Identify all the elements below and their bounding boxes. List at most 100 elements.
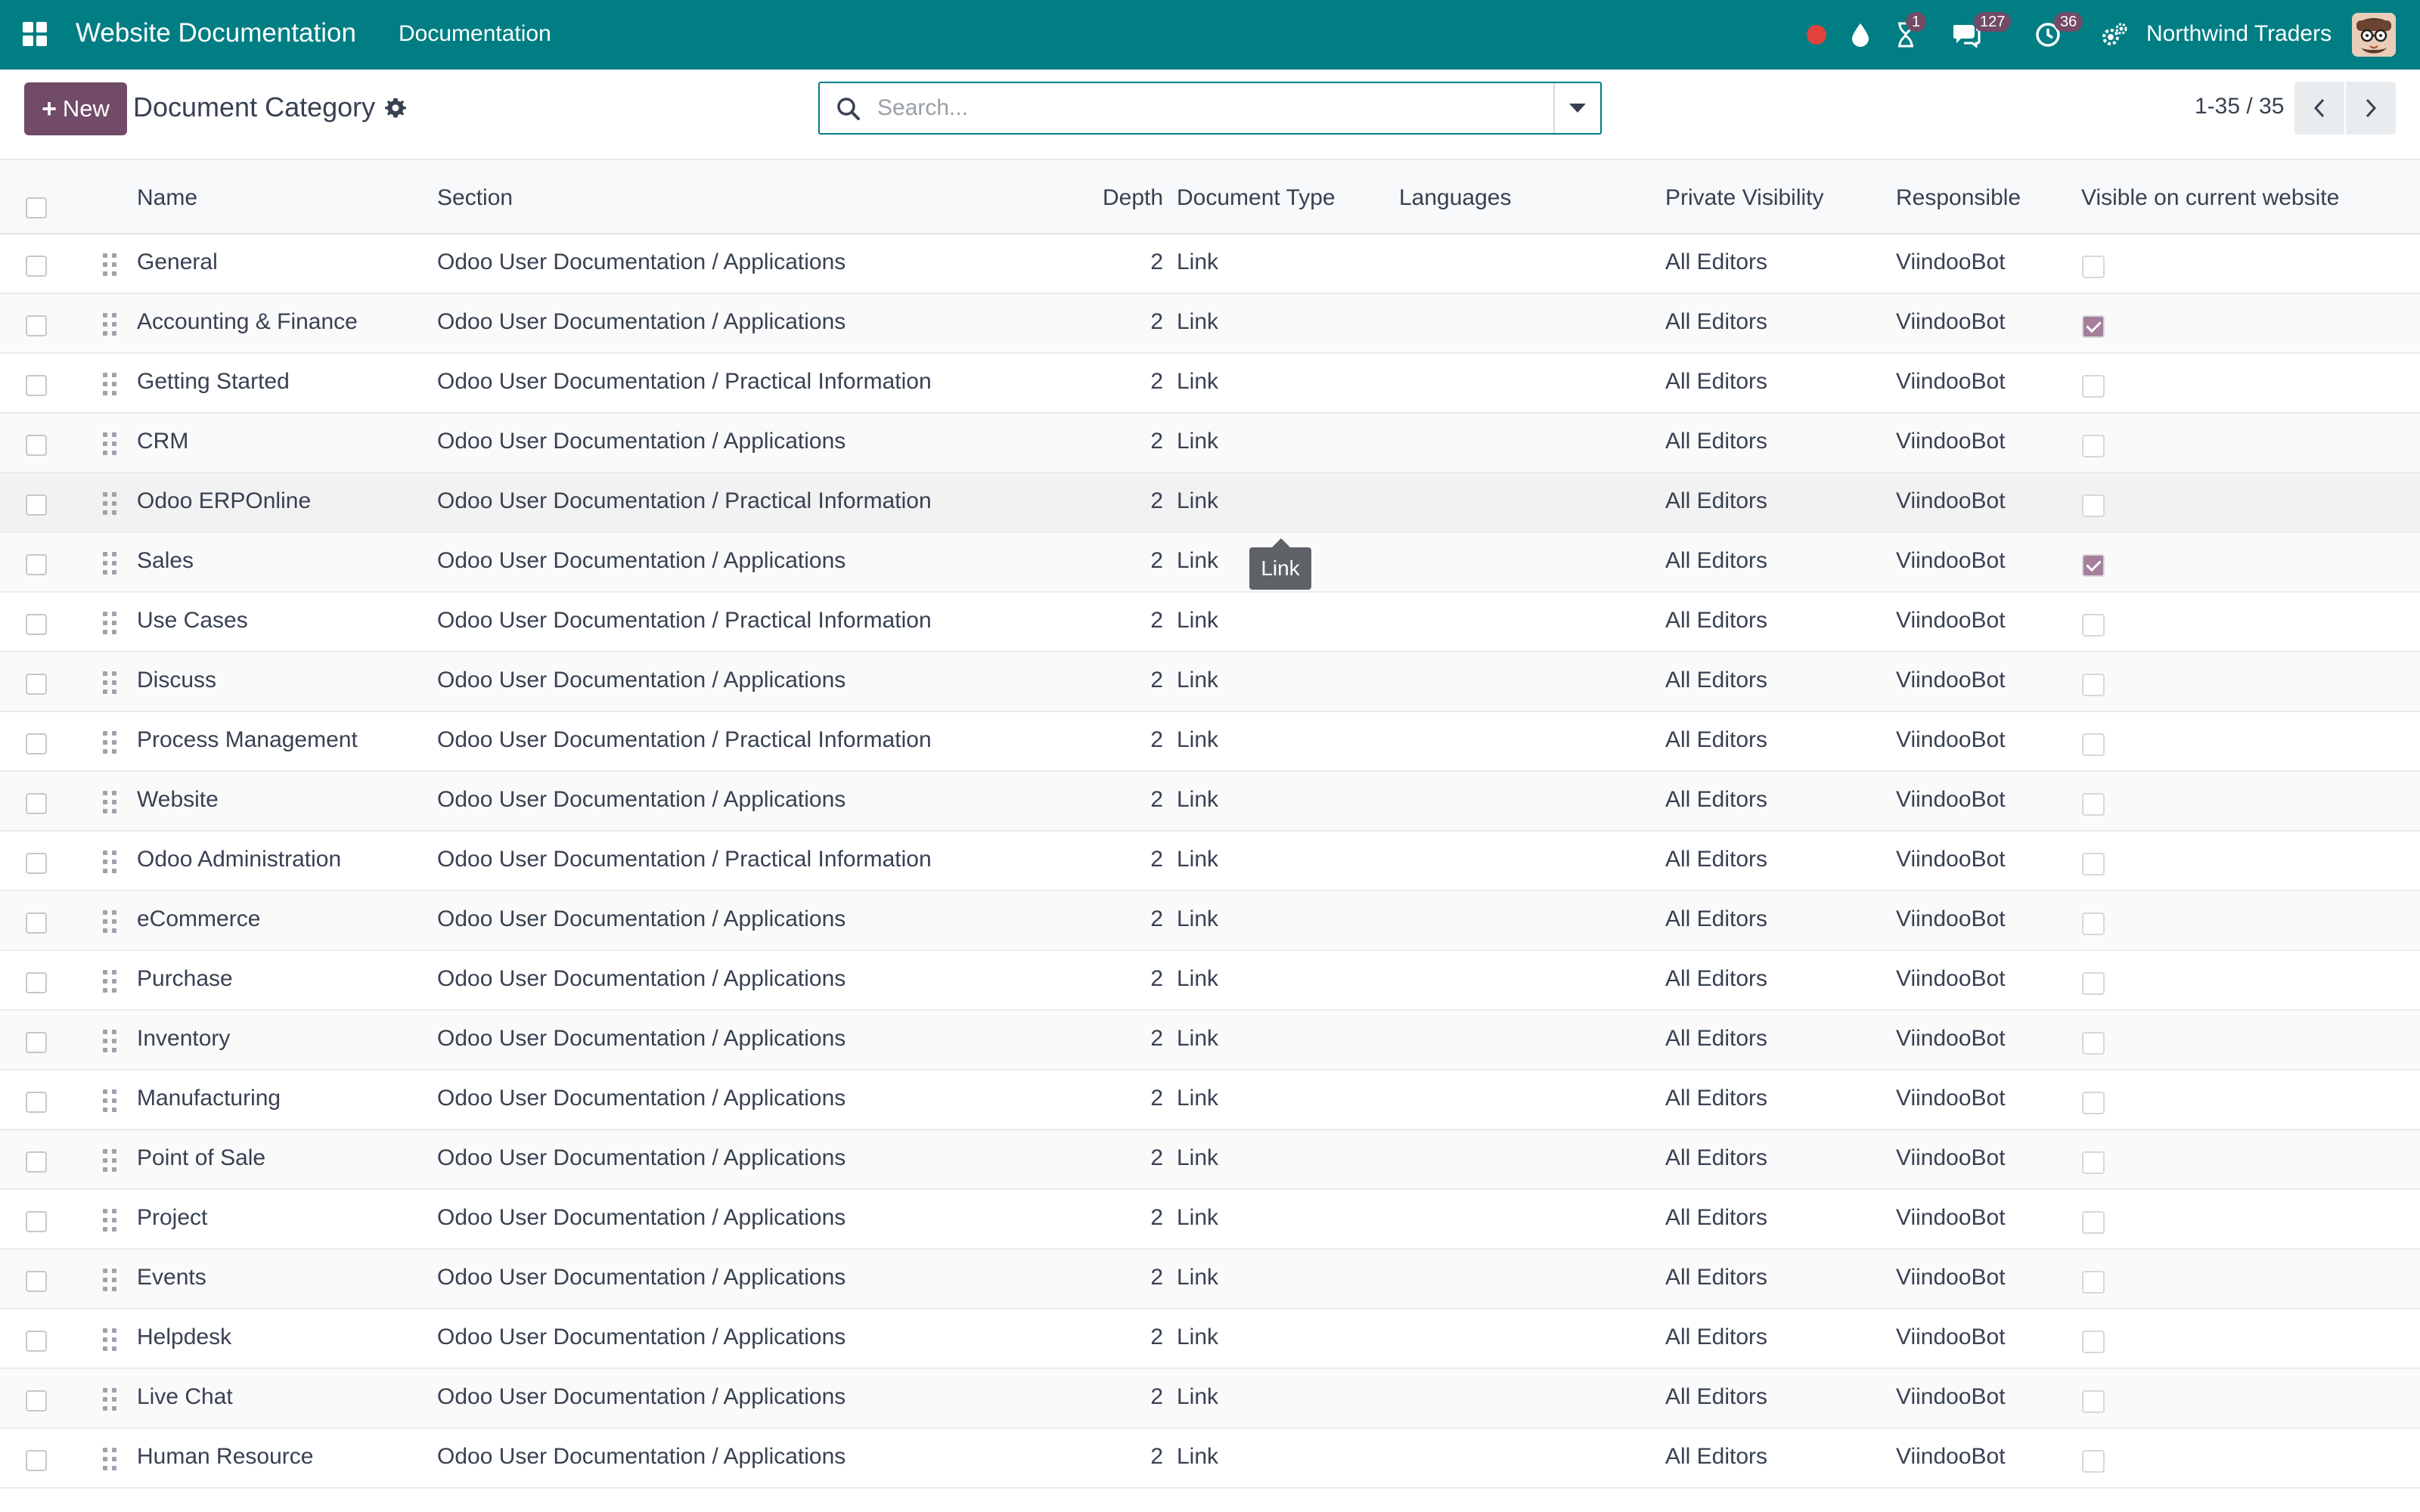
drag-handle-icon[interactable]: [103, 373, 118, 395]
drag-handle-icon[interactable]: [103, 432, 118, 455]
pager-previous-button[interactable]: [2294, 82, 2344, 135]
visible-on-website-checkbox[interactable]: [2082, 1151, 2105, 1174]
visible-on-website-checkbox[interactable]: [2082, 853, 2105, 875]
app-title[interactable]: Website Documentation: [76, 18, 356, 48]
pager-next-button[interactable]: [2346, 82, 2396, 135]
drag-handle-icon[interactable]: [103, 1448, 118, 1470]
column-header-section[interactable]: Section: [437, 185, 513, 211]
row-select-checkbox[interactable]: [26, 614, 47, 635]
row-select-checkbox[interactable]: [26, 674, 47, 695]
row-select-checkbox[interactable]: [26, 1092, 47, 1113]
settings-icon[interactable]: [2099, 0, 2130, 70]
clock-icon[interactable]: 36: [2031, 0, 2083, 70]
table-row[interactable]: Helpdesk Odoo User Documentation / Applic…: [0, 1309, 2420, 1369]
visible-on-website-checkbox[interactable]: [2082, 972, 2105, 995]
drag-handle-icon[interactable]: [103, 313, 118, 336]
new-button[interactable]: + New: [24, 82, 127, 135]
table-row[interactable]: Inventory Odoo User Documentation / Appli…: [0, 1011, 2420, 1070]
row-select-checkbox[interactable]: [26, 793, 47, 814]
visible-on-website-checkbox[interactable]: [2082, 793, 2105, 816]
column-header-depth[interactable]: Depth: [1103, 185, 1163, 211]
drag-handle-icon[interactable]: [103, 612, 118, 634]
visible-on-website-checkbox[interactable]: [2082, 1390, 2105, 1413]
table-row[interactable]: Odoo Administration Odoo User Documentati…: [0, 832, 2420, 891]
column-header-responsible[interactable]: Responsible: [1896, 185, 2021, 211]
visible-on-website-checkbox[interactable]: [2082, 375, 2105, 398]
row-select-checkbox[interactable]: [26, 315, 47, 336]
drag-handle-icon[interactable]: [103, 731, 118, 754]
visible-on-website-checkbox[interactable]: [2082, 1092, 2105, 1114]
drag-handle-icon[interactable]: [103, 1328, 118, 1351]
visible-on-website-checkbox[interactable]: [2082, 733, 2105, 756]
row-select-checkbox[interactable]: [26, 733, 47, 754]
visible-on-website-checkbox[interactable]: [2082, 494, 2105, 517]
table-row[interactable]: Human Resource Odoo User Documentation / …: [0, 1429, 2420, 1489]
drag-handle-icon[interactable]: [103, 970, 118, 993]
table-row[interactable]: eCommerce Odoo User Documentation / Appli…: [0, 891, 2420, 951]
table-row[interactable]: Manufacturing Odoo User Documentation / A…: [0, 1070, 2420, 1130]
table-row[interactable]: Point of Sale Odoo User Documentation / A…: [0, 1130, 2420, 1190]
table-row[interactable]: Sales Odoo User Documentation / Applicati…: [0, 533, 2420, 593]
row-select-checkbox[interactable]: [26, 1032, 47, 1053]
visible-on-website-checkbox[interactable]: [2082, 674, 2105, 696]
visible-on-website-checkbox[interactable]: [2082, 315, 2105, 338]
search-options-toggle[interactable]: [1553, 83, 1600, 133]
drag-handle-icon[interactable]: [103, 552, 118, 575]
row-select-checkbox[interactable]: [26, 256, 47, 277]
column-header-visible[interactable]: Visible on current website: [2081, 185, 2339, 211]
table-row[interactable]: Discuss Odoo User Documentation / Applica…: [0, 652, 2420, 712]
row-select-checkbox[interactable]: [26, 853, 47, 874]
search-input[interactable]: [877, 91, 1558, 125]
table-row[interactable]: Events Odoo User Documentation / Applicat…: [0, 1250, 2420, 1309]
table-row[interactable]: Process Management Odoo User Documentatio…: [0, 712, 2420, 772]
chat-icon[interactable]: 127: [1950, 0, 2012, 70]
visible-on-website-checkbox[interactable]: [2082, 1032, 2105, 1055]
table-row[interactable]: Accounting & Finance Odoo User Documentat…: [0, 294, 2420, 354]
drag-handle-icon[interactable]: [103, 1209, 118, 1232]
row-select-checkbox[interactable]: [26, 1390, 47, 1411]
user-avatar[interactable]: [2352, 13, 2396, 57]
visible-on-website-checkbox[interactable]: [2082, 1331, 2105, 1353]
column-header-languages[interactable]: Languages: [1399, 185, 1511, 211]
table-row[interactable]: Purchase Odoo User Documentation / Applic…: [0, 951, 2420, 1011]
table-row[interactable]: Getting Started Odoo User Documentation /…: [0, 354, 2420, 414]
visible-on-website-checkbox[interactable]: [2082, 1271, 2105, 1294]
drag-handle-icon[interactable]: [103, 850, 118, 873]
visible-on-website-checkbox[interactable]: [2082, 554, 2105, 577]
table-row[interactable]: Project Odoo User Documentation / Applica…: [0, 1190, 2420, 1250]
row-select-checkbox[interactable]: [26, 1151, 47, 1173]
visible-on-website-checkbox[interactable]: [2082, 1211, 2105, 1234]
row-select-checkbox[interactable]: [26, 1271, 47, 1292]
drag-handle-icon[interactable]: [103, 1089, 118, 1112]
select-all-checkbox[interactable]: [26, 197, 47, 218]
menu-item-documentation[interactable]: Documentation: [399, 21, 551, 47]
pager-value[interactable]: 1-35 / 35: [2195, 94, 2284, 119]
gear-icon[interactable]: [384, 94, 410, 119]
row-select-checkbox[interactable]: [26, 554, 47, 575]
drag-handle-icon[interactable]: [103, 671, 118, 694]
table-row[interactable]: Live Chat Odoo User Documentation / Appli…: [0, 1369, 2420, 1429]
column-header-private-visibility[interactable]: Private Visibility: [1665, 185, 1824, 211]
row-select-checkbox[interactable]: [26, 912, 47, 934]
drag-handle-icon[interactable]: [103, 492, 118, 515]
table-row[interactable]: CRM Odoo User Documentation / Application…: [0, 414, 2420, 473]
hourglass-icon[interactable]: 1: [1889, 0, 1927, 70]
drag-handle-icon[interactable]: [103, 1388, 118, 1411]
row-select-checkbox[interactable]: [26, 494, 47, 516]
drag-handle-icon[interactable]: [103, 1149, 118, 1172]
column-header-document-type[interactable]: Document Type: [1177, 185, 1336, 211]
company-switcher[interactable]: Northwind Traders: [2146, 21, 2332, 47]
visible-on-website-checkbox[interactable]: [2082, 1450, 2105, 1473]
row-select-checkbox[interactable]: [26, 375, 47, 396]
row-select-checkbox[interactable]: [26, 1450, 47, 1471]
table-row[interactable]: Website Odoo User Documentation / Applica…: [0, 772, 2420, 832]
apps-grid-icon[interactable]: [23, 22, 47, 46]
row-select-checkbox[interactable]: [26, 435, 47, 456]
drag-handle-icon[interactable]: [103, 1030, 118, 1052]
row-select-checkbox[interactable]: [26, 1211, 47, 1232]
drag-handle-icon[interactable]: [103, 1269, 118, 1291]
drag-handle-icon[interactable]: [103, 910, 118, 933]
column-header-name[interactable]: Name: [137, 185, 197, 211]
drag-handle-icon[interactable]: [103, 253, 118, 276]
drop-icon[interactable]: [1845, 0, 1876, 70]
